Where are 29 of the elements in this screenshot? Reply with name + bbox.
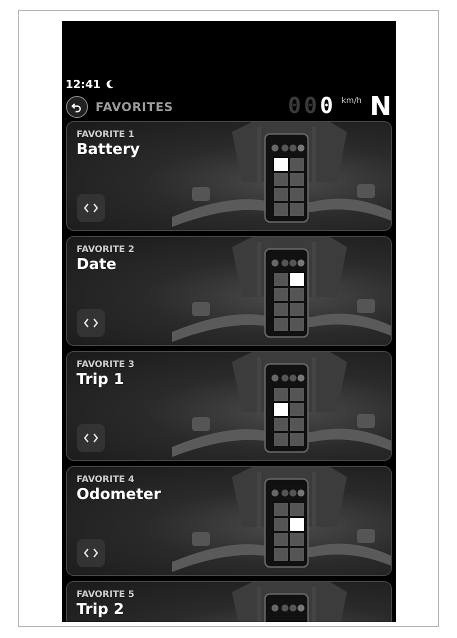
favorite-card[interactable]: FAVORITE 2 Date [66, 236, 392, 346]
swap-button[interactable] [76, 194, 104, 222]
back-arrow-icon [71, 102, 82, 112]
speed-unit: km/h [342, 96, 362, 105]
favorite-label: FAVORITE 2 [76, 245, 136, 255]
favorite-value: Trip 1 [76, 370, 124, 388]
favorite-value: Date [76, 255, 116, 273]
page-title: FAVORITES [96, 100, 174, 114]
favorite-card[interactable]: FAVORITE 1 Battery [66, 121, 392, 231]
speed-digit: 0 [288, 96, 302, 118]
favorite-card[interactable]: FAVORITE 3 Trip 1 [66, 351, 392, 461]
favorite-value: Odometer [76, 485, 161, 503]
gear-indicator: N [370, 95, 392, 119]
favorite-label: FAVORITE 5 [76, 590, 136, 600]
favorite-value: Trip 2 [76, 600, 124, 618]
speed-digit: 0 [304, 96, 318, 118]
favorite-label: FAVORITE 4 [76, 475, 136, 485]
swap-button[interactable] [76, 539, 104, 567]
favorite-card[interactable]: FAVORITE 5 Trip 2 [66, 581, 392, 622]
moon-icon [106, 80, 114, 89]
favorite-card[interactable]: FAVORITE 4 Odometer [66, 466, 392, 576]
swap-button[interactable] [76, 309, 104, 337]
back-button[interactable] [66, 96, 88, 118]
favorite-label: FAVORITE 3 [76, 360, 136, 370]
favorite-label: FAVORITE 1 [76, 130, 136, 140]
favorite-value: Battery [76, 140, 140, 158]
speed-digit: 0 [320, 96, 334, 118]
clock-time: 12:41 [66, 78, 101, 91]
swap-button[interactable] [76, 424, 104, 452]
